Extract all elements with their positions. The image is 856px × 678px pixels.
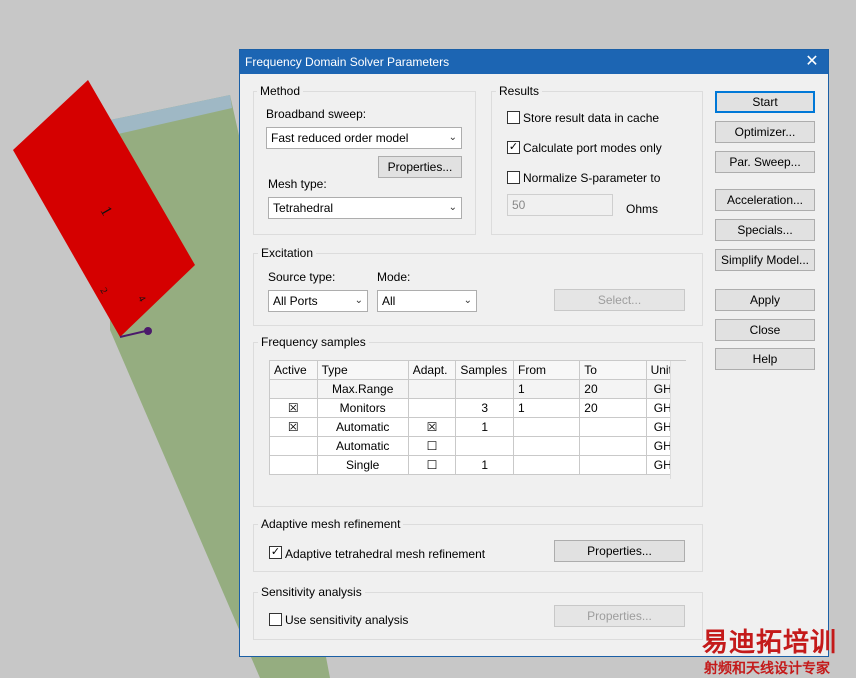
mesh-type-value: Tetrahedral [273,201,334,215]
broadband-sweep-label: Broadband sweep: [266,107,367,121]
broadband-sweep-select[interactable]: Fast reduced order model ⌄ [266,127,462,149]
method-group-label: Method [257,84,304,98]
acceleration-button[interactable]: Acceleration... [715,189,815,211]
adaptive-mesh-checkbox-label: Adaptive tetrahedral mesh refinement [285,547,486,561]
adaptive-mesh-checkbox[interactable]: ✓ [269,546,282,559]
method-properties-button[interactable]: Properties... [378,156,462,178]
active-cell[interactable] [269,436,318,456]
mesh-type-select[interactable]: Tetrahedral ⌄ [268,197,462,219]
type-cell[interactable]: Automatic [316,436,409,456]
column-header-samples: Samples [455,360,515,380]
sensitivity-properties-button[interactable]: Properties... [554,605,685,627]
adaptive-mesh-properties-button[interactable]: Properties... [554,540,685,562]
help-button[interactable]: Help [715,348,815,370]
source-type-value: All Ports [273,294,318,308]
to-cell[interactable]: 20 [579,398,647,418]
source-type-select[interactable]: All Ports ⌄ [268,290,368,312]
port-modes-label: Calculate port modes only [523,141,662,155]
adapt-cell[interactable]: ☐ [407,455,457,475]
results-group-label: Results [496,84,543,98]
samples-cell[interactable]: 1 [455,455,515,475]
adapt-cell[interactable] [407,379,457,399]
samples-cell[interactable] [455,436,515,456]
par-sweep-button[interactable]: Par. Sweep... [715,151,815,173]
type-cell[interactable]: Monitors [316,398,409,418]
from-cell[interactable] [513,455,581,475]
table-row[interactable]: Automatic ☐ GHz [269,436,687,456]
column-header-from: From [513,360,581,380]
table-scrollbar[interactable] [670,361,686,479]
column-header-adapt: Adapt. [407,360,457,380]
dialog-title: Frequency Domain Solver Parameters [245,55,450,69]
close-button[interactable]: Close [715,319,815,341]
type-cell[interactable]: Automatic [316,417,409,437]
from-cell[interactable] [513,417,581,437]
adaptive-mesh-label: Adaptive mesh refinement [258,517,404,531]
ohms-input[interactable]: 50 [507,194,613,216]
chevron-down-icon: ⌄ [448,132,457,143]
to-cell[interactable]: 20 [579,379,647,399]
from-cell[interactable]: 1 [513,398,581,418]
samples-cell[interactable]: 3 [455,398,515,418]
to-cell[interactable] [579,436,647,456]
table-row[interactable]: ☒ Automatic ☒ 1 GHz [269,417,687,437]
column-header-type: Type [316,360,409,380]
broadband-sweep-value: Fast reduced order model [271,131,409,145]
select-button[interactable]: Select... [554,289,685,311]
active-cell[interactable] [269,455,318,475]
source-type-label: Source type: [268,270,336,284]
excitation-group-label: Excitation [258,246,317,260]
to-cell[interactable] [579,417,647,437]
sensitivity-label: Sensitivity analysis [258,585,365,599]
solver-parameters-dialog: Frequency Domain Solver Parameters ✕ Met… [239,49,829,657]
apply-button[interactable]: Apply [715,289,815,311]
store-cache-checkbox[interactable] [507,111,520,124]
column-header-active: Active [269,360,318,380]
table-header-row: Active Type Adapt. Samples From To Unit [269,360,687,380]
close-icon[interactable]: ✕ [796,50,828,74]
type-cell[interactable]: Max.Range [316,379,409,399]
frequency-samples-label: Frequency samples [258,335,369,349]
title-bar[interactable]: Frequency Domain Solver Parameters ✕ [240,50,828,74]
mesh-type-label: Mesh type: [268,177,327,191]
mode-select[interactable]: All ⌄ [377,290,477,312]
sensitivity-checkbox-label: Use sensitivity analysis [285,613,409,627]
column-header-to: To [579,360,647,380]
normalize-label: Normalize S-parameter to [523,171,661,185]
sensitivity-checkbox[interactable] [269,613,282,626]
table-row[interactable]: Max.Range 1 20 GHz [269,379,687,399]
active-cell[interactable] [269,379,318,399]
active-cell[interactable]: ☒ [269,417,318,437]
mode-label: Mode: [377,270,411,284]
normalize-checkbox[interactable] [507,171,520,184]
adapt-cell[interactable] [407,398,457,418]
chevron-down-icon: ⌄ [448,202,457,213]
port-modes-checkbox[interactable]: ✓ [507,141,520,154]
mode-value: All [382,294,396,308]
frequency-samples-table: Active Type Adapt. Samples From To Unit … [269,360,687,475]
from-cell[interactable] [513,436,581,456]
optimizer-button[interactable]: Optimizer... [715,121,815,143]
chevron-down-icon: ⌄ [354,295,363,306]
start-button[interactable]: Start [715,91,815,113]
table-row[interactable]: Single ☐ 1 GHz [269,455,687,475]
type-cell[interactable]: Single [316,455,409,475]
specials-button[interactable]: Specials... [715,219,815,241]
adapt-cell[interactable]: ☒ [407,417,457,437]
adapt-cell[interactable]: ☐ [407,436,457,456]
simplify-model-button[interactable]: Simplify Model... [715,249,815,271]
watermark-title: 易迪拓培训 [702,627,838,657]
active-cell[interactable]: ☒ [269,398,318,418]
store-cache-label: Store result data in cache [523,111,660,125]
to-cell[interactable] [579,455,647,475]
ohms-unit-label: Ohms [626,202,659,216]
from-cell[interactable]: 1 [513,379,581,399]
chevron-down-icon: ⌄ [463,295,472,306]
samples-cell[interactable] [455,379,515,399]
table-row[interactable]: ☒ Monitors 3 1 20 GHz [269,398,687,418]
samples-cell[interactable]: 1 [455,417,515,437]
watermark-subtitle: 射频和天线设计专家 [704,660,830,676]
